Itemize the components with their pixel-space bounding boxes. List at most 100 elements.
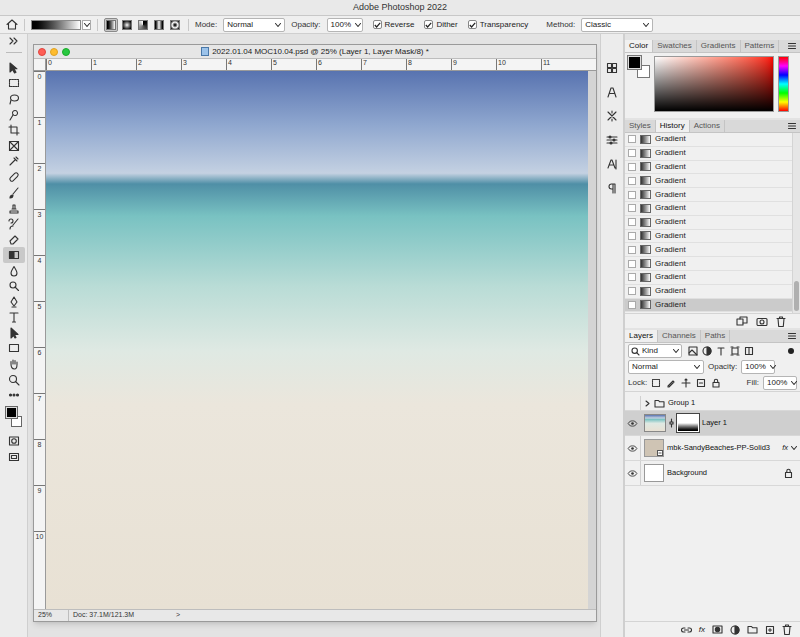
- checkbox[interactable]: [424, 20, 433, 29]
- history-item[interactable]: Gradient: [625, 133, 792, 147]
- panel-tab[interactable]: Gradients: [697, 40, 741, 52]
- fill-value[interactable]: 100%: [767, 377, 787, 389]
- trash-icon[interactable]: [776, 316, 786, 327]
- panel-menu-icon[interactable]: [788, 40, 800, 52]
- panel-menu-icon[interactable]: [788, 330, 800, 342]
- add-style-button[interactable]: fx: [699, 624, 705, 636]
- tab-label[interactable]: Styles: [629, 120, 651, 132]
- opacity-value[interactable]: 100%: [745, 361, 765, 373]
- layer-filter-icon[interactable]: [744, 346, 754, 356]
- zoom-level[interactable]: 25%: [34, 610, 68, 621]
- gradient-swatch[interactable]: [31, 20, 81, 30]
- history-source-box[interactable]: [628, 218, 636, 226]
- layer-row[interactable]: mbk-SandyBeaches-PP-Solid3fx: [625, 436, 800, 461]
- color-field[interactable]: [654, 56, 774, 112]
- layer-name[interactable]: Layer 1: [702, 417, 727, 428]
- history-label[interactable]: Gradient: [655, 189, 686, 201]
- quick-mask-icon[interactable]: [8, 433, 20, 449]
- layer-row[interactable]: Group 1: [625, 396, 800, 411]
- tool-button[interactable]: [3, 76, 25, 92]
- tab-label[interactable]: Paths: [705, 330, 725, 342]
- history-source-box[interactable]: [628, 232, 636, 240]
- tool-button[interactable]: [3, 138, 25, 154]
- checkbox[interactable]: [373, 20, 382, 29]
- history-item[interactable]: Gradient: [625, 271, 792, 285]
- trash-icon[interactable]: [782, 624, 792, 635]
- fill-field[interactable]: 100%: [763, 376, 797, 390]
- tool-button[interactable]: [3, 154, 25, 170]
- link-icon[interactable]: [669, 418, 674, 428]
- adjustments-icon[interactable]: [606, 134, 618, 146]
- history-item[interactable]: Gradient: [625, 285, 792, 299]
- tool-button[interactable]: [3, 310, 25, 326]
- new-layer-icon[interactable]: [765, 625, 775, 635]
- adjustment-layer-icon[interactable]: [730, 625, 740, 635]
- history-item[interactable]: Gradient: [625, 161, 792, 175]
- tool-button[interactable]: [3, 60, 25, 76]
- gradient-preset[interactable]: [31, 20, 91, 30]
- lock-option-icon[interactable]: [711, 378, 721, 388]
- add-mask-icon[interactable]: [712, 625, 723, 634]
- layer-thumbnail[interactable]: [644, 414, 666, 432]
- checkbox-option[interactable]: Dither: [424, 19, 457, 31]
- gradient-type-button[interactable]: [120, 18, 134, 32]
- checkbox-label[interactable]: Transparency: [480, 19, 529, 31]
- new-group-icon[interactable]: [747, 625, 758, 634]
- panel-menu-icon[interactable]: [788, 120, 800, 132]
- opacity-field[interactable]: 100%: [741, 360, 775, 374]
- link-layers-icon[interactable]: [681, 626, 692, 634]
- blend-mode-value[interactable]: Normal: [632, 361, 658, 373]
- character-icon[interactable]: [606, 158, 618, 170]
- layer-filter-icon[interactable]: [688, 346, 698, 356]
- new-document-from-state-icon[interactable]: [736, 316, 748, 326]
- tools-panel-icon[interactable]: [606, 110, 618, 122]
- tool-button[interactable]: [3, 122, 25, 138]
- history-label[interactable]: Gradient: [655, 244, 686, 256]
- history-item[interactable]: Gradient: [625, 299, 792, 313]
- tool-button[interactable]: [3, 356, 25, 372]
- lock-option-icon[interactable]: [651, 378, 661, 388]
- filter-dropdown[interactable]: Kind: [628, 344, 682, 358]
- tab-label[interactable]: Actions: [694, 120, 720, 132]
- home-icon[interactable]: [6, 19, 18, 30]
- swatch-panel-icon[interactable]: [606, 62, 618, 74]
- opacity-field-value[interactable]: 100%: [331, 19, 351, 31]
- tool-button[interactable]: [3, 185, 25, 201]
- history-source-box[interactable]: [628, 301, 636, 309]
- tool-button[interactable]: [3, 372, 25, 388]
- tab-label[interactable]: History: [660, 120, 685, 132]
- checkbox-option[interactable]: Transparency: [468, 19, 529, 31]
- opacity-field[interactable]: 100%: [327, 18, 363, 32]
- paragraph-icon[interactable]: [606, 182, 618, 194]
- history-label[interactable]: Gradient: [655, 216, 686, 228]
- history-label[interactable]: Gradient: [655, 147, 686, 159]
- blend-mode-dropdown[interactable]: Normal: [628, 360, 704, 374]
- tool-button[interactable]: [3, 200, 25, 216]
- layer-name[interactable]: Group 1: [668, 397, 695, 408]
- history-source-box[interactable]: [628, 135, 636, 143]
- visibility-toggle[interactable]: [625, 411, 641, 435]
- hue-slider[interactable]: [778, 56, 789, 112]
- tab-label[interactable]: Layers: [629, 330, 653, 342]
- tool-button[interactable]: [3, 278, 25, 294]
- history-label[interactable]: Gradient: [655, 271, 686, 283]
- tool-button[interactable]: [3, 294, 25, 310]
- panel-tab[interactable]: Channels: [658, 330, 701, 342]
- tool-button[interactable]: [3, 169, 25, 185]
- scrollbar[interactable]: [792, 133, 800, 313]
- history-item[interactable]: Gradient: [625, 147, 792, 161]
- filter-toggle[interactable]: [788, 348, 794, 354]
- history-label[interactable]: Gradient: [655, 175, 686, 187]
- collapse-icon[interactable]: [9, 36, 19, 46]
- history-source-box[interactable]: [628, 177, 636, 185]
- visibility-toggle[interactable]: [625, 461, 641, 485]
- lock-option-icon[interactable]: [681, 378, 691, 388]
- history-item[interactable]: Gradient: [625, 202, 792, 216]
- tool-button[interactable]: [3, 341, 25, 357]
- history-item[interactable]: Gradient: [625, 230, 792, 244]
- tool-button[interactable]: [3, 325, 25, 341]
- panel-tab[interactable]: History: [656, 120, 690, 132]
- panel-tab[interactable]: Styles: [625, 120, 656, 132]
- expand-chevron-icon[interactable]: [644, 400, 651, 407]
- layer-thumbnail[interactable]: [644, 439, 664, 457]
